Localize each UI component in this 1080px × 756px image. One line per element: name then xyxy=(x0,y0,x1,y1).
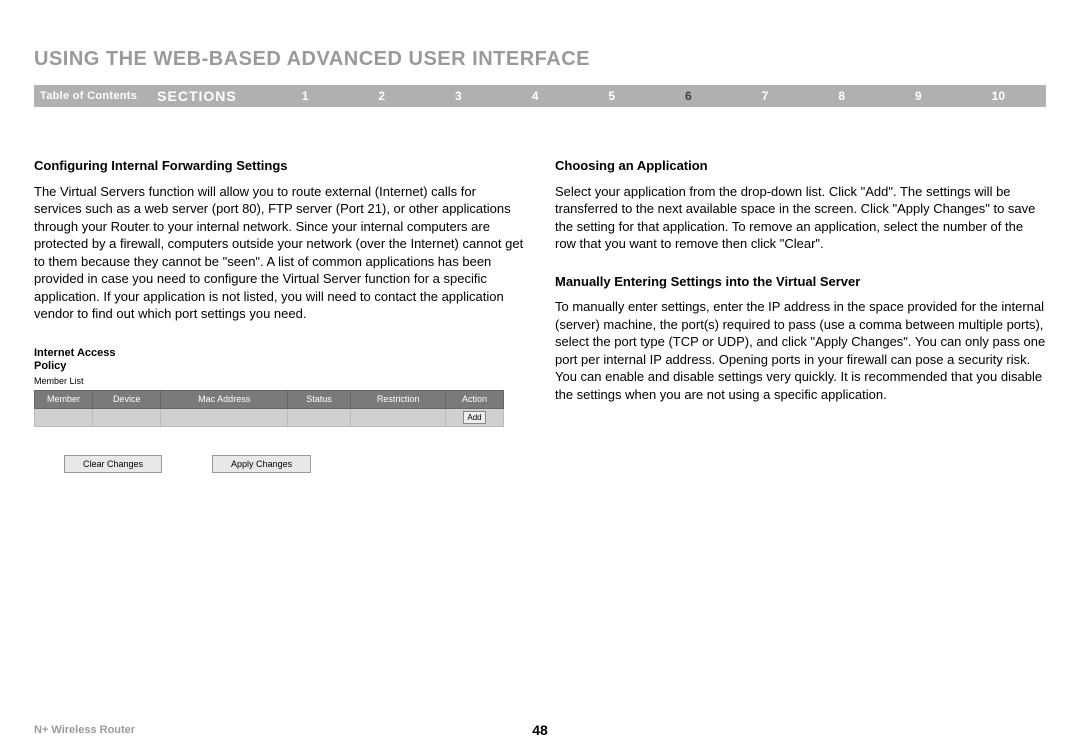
policy-panel: Internet Access Policy Member List Membe… xyxy=(34,347,525,473)
left-heading-1: Configuring Internal Forwarding Settings xyxy=(34,157,525,175)
page-number: 48 xyxy=(532,722,548,738)
section-6[interactable]: 6 xyxy=(685,89,692,103)
policy-title-line2: Policy xyxy=(34,360,66,372)
right-column: Choosing an Application Select your appl… xyxy=(555,157,1046,473)
section-2[interactable]: 2 xyxy=(378,89,385,103)
section-7[interactable]: 7 xyxy=(762,89,769,103)
policy-title-line1: Internet Access xyxy=(34,347,116,359)
right-heading-1: Choosing an Application xyxy=(555,157,1046,175)
th-device: Device xyxy=(92,391,161,408)
section-10[interactable]: 10 xyxy=(992,89,1005,103)
left-paragraph-1: The Virtual Servers function will allow … xyxy=(34,183,525,323)
apply-changes-button[interactable]: Apply Changes xyxy=(212,455,311,473)
table-row: Add xyxy=(35,408,504,427)
th-member: Member xyxy=(35,391,93,408)
clear-changes-button[interactable]: Clear Changes xyxy=(64,455,162,473)
footer: N+ Wireless Router 48 xyxy=(34,724,1046,736)
toc-link[interactable]: Table of Contents xyxy=(40,90,157,102)
th-restriction: Restriction xyxy=(351,391,446,408)
section-9[interactable]: 9 xyxy=(915,89,922,103)
policy-table: Member Device Mac Address Status Restric… xyxy=(34,390,504,427)
right-paragraph-2: To manually enter settings, enter the IP… xyxy=(555,298,1046,403)
right-heading-2: Manually Entering Settings into the Virt… xyxy=(555,273,1046,291)
section-3[interactable]: 3 xyxy=(455,89,462,103)
th-action: Action xyxy=(446,391,504,408)
page-title: USING THE WEB-BASED ADVANCED USER INTERF… xyxy=(34,48,1046,71)
section-5[interactable]: 5 xyxy=(608,89,615,103)
section-numbers: 1 2 3 4 5 6 7 8 9 10 xyxy=(267,89,1040,103)
right-paragraph-1: Select your application from the drop-do… xyxy=(555,183,1046,253)
section-8[interactable]: 8 xyxy=(838,89,845,103)
nav-bar: Table of Contents SECTIONS 1 2 3 4 5 6 7… xyxy=(34,85,1046,107)
th-mac: Mac Address xyxy=(161,391,287,408)
member-list-label: Member List xyxy=(34,375,525,387)
add-button[interactable]: Add xyxy=(463,411,485,424)
product-name: N+ Wireless Router xyxy=(34,724,135,736)
sections-label: SECTIONS xyxy=(157,88,267,104)
th-status: Status xyxy=(287,391,350,408)
left-column: Configuring Internal Forwarding Settings… xyxy=(34,157,525,473)
section-1[interactable]: 1 xyxy=(302,89,309,103)
section-4[interactable]: 4 xyxy=(532,89,539,103)
policy-title: Internet Access Policy xyxy=(34,347,525,373)
